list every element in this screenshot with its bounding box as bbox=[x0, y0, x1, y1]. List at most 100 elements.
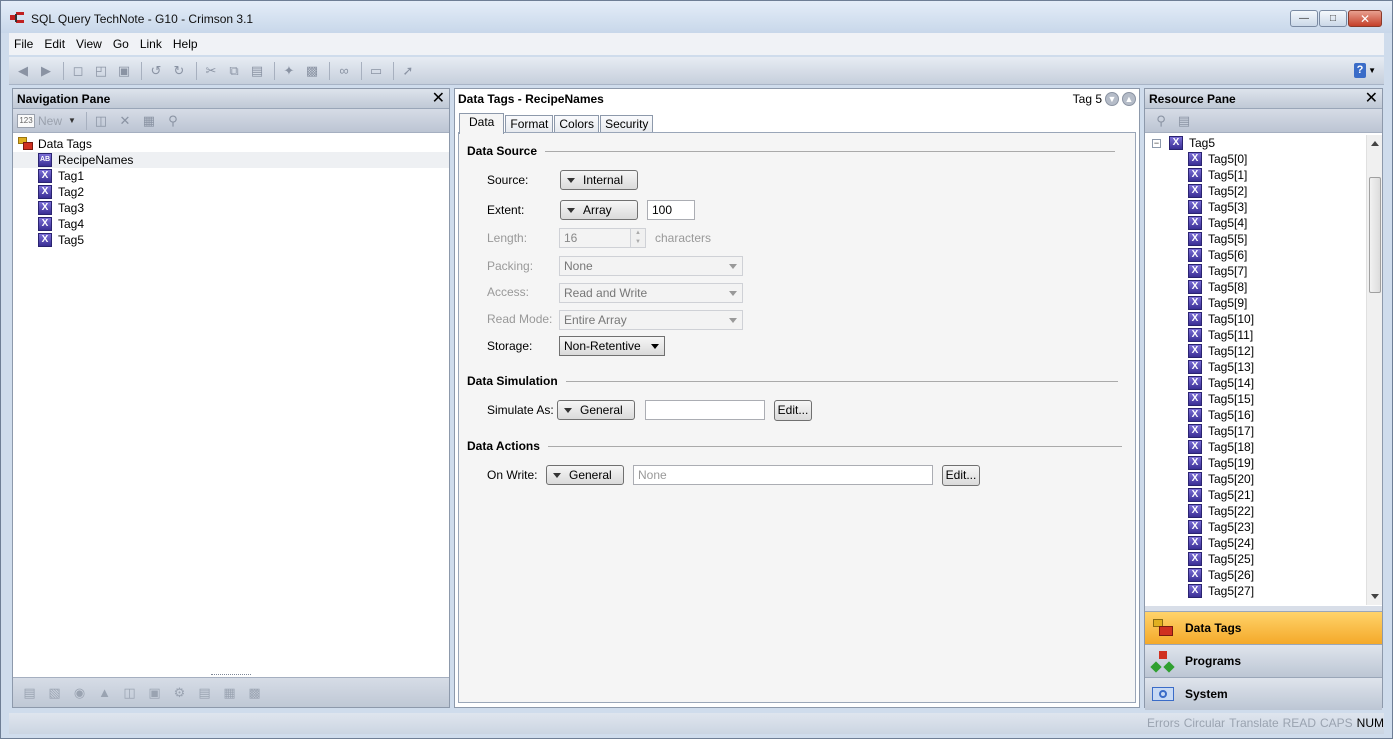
resource-tree-root[interactable]: − X Tag5 bbox=[1145, 135, 1367, 151]
menu-file[interactable]: File bbox=[9, 37, 38, 51]
tree-item-tag1[interactable]: X Tag1 bbox=[13, 168, 449, 184]
new-button[interactable]: 123 New ▼ bbox=[17, 113, 76, 128]
tree-item-tag4[interactable]: X Tag4 bbox=[13, 216, 449, 232]
menu-go[interactable]: Go bbox=[108, 37, 134, 51]
resource-tree-item[interactable]: X Tag5[23] bbox=[1145, 519, 1367, 535]
devices-icon[interactable]: ◉ bbox=[69, 683, 90, 703]
resource-tree-item[interactable]: X Tag5[2] bbox=[1145, 183, 1367, 199]
tree-item-recipenames[interactable]: AB RecipeNames bbox=[13, 152, 449, 168]
category-system[interactable]: System bbox=[1145, 677, 1382, 710]
menu-view[interactable]: View bbox=[71, 37, 107, 51]
scroll-down-icon[interactable] bbox=[1371, 594, 1379, 599]
menu-edit[interactable]: Edit bbox=[39, 37, 70, 51]
packing-select[interactable]: None bbox=[559, 256, 743, 276]
resource-tree-item[interactable]: X Tag5[14] bbox=[1145, 375, 1367, 391]
read-mode-select[interactable]: Entire Array bbox=[559, 310, 743, 330]
next-down-icon[interactable]: ▼ bbox=[1105, 92, 1119, 106]
alarm-icon[interactable]: ⚙ bbox=[169, 683, 190, 703]
find-icon[interactable]: ⚲ bbox=[1151, 111, 1171, 131]
resource-tree-item[interactable]: X Tag5[9] bbox=[1145, 295, 1367, 311]
close-button[interactable]: ✕ bbox=[1348, 10, 1382, 27]
extent-mode-button[interactable]: Array bbox=[560, 200, 638, 220]
monitor-icon[interactable]: ▭ bbox=[366, 61, 386, 81]
display-pages-icon[interactable]: ◫ bbox=[119, 683, 140, 703]
maximize-button[interactable]: □ bbox=[1319, 10, 1347, 27]
resource-tree-item[interactable]: X Tag5[22] bbox=[1145, 503, 1367, 519]
resource-tree-item[interactable]: X Tag5[4] bbox=[1145, 215, 1367, 231]
title-bar[interactable]: SQL Query TechNote - G10 - Crimson 3.1 —… bbox=[1, 1, 1392, 33]
resource-tree-item[interactable]: X Tag5[15] bbox=[1145, 391, 1367, 407]
rename-icon[interactable]: ▦ bbox=[139, 111, 159, 131]
find-icon[interactable]: ⚲ bbox=[163, 111, 183, 131]
new-file-icon[interactable]: ◻ bbox=[68, 61, 88, 81]
resource-tree-item[interactable]: X Tag5[0] bbox=[1145, 151, 1367, 167]
link-icon[interactable]: ∞ bbox=[334, 61, 354, 81]
on-write-input[interactable]: None bbox=[633, 465, 933, 485]
resource-tree-item[interactable]: X Tag5[11] bbox=[1145, 327, 1367, 343]
tree-item-tag3[interactable]: X Tag3 bbox=[13, 200, 449, 216]
access-select[interactable]: Read and Write bbox=[559, 283, 743, 303]
wand-icon[interactable]: ✦ bbox=[279, 61, 299, 81]
length-spinner[interactable]: ▲ ▼ bbox=[630, 228, 646, 248]
resource-tree-item[interactable]: X Tag5[3] bbox=[1145, 199, 1367, 215]
extent-count-input[interactable]: 100 bbox=[647, 200, 695, 220]
close-navigation-pane-icon[interactable]: ✕ bbox=[432, 89, 445, 109]
source-mode-button[interactable]: Internal bbox=[560, 170, 638, 190]
length-input[interactable]: 16 bbox=[559, 228, 631, 248]
resource-tree-item[interactable]: X Tag5[17] bbox=[1145, 423, 1367, 439]
resource-tree-item[interactable]: X Tag5[20] bbox=[1145, 471, 1367, 487]
forward-icon[interactable]: ▶ bbox=[36, 61, 56, 81]
resource-tree-item[interactable]: X Tag5[6] bbox=[1145, 247, 1367, 263]
tab-security[interactable]: Security bbox=[600, 115, 654, 133]
grid-icon[interactable]: ▩ bbox=[244, 683, 265, 703]
tree-item-tag5[interactable]: X Tag5 bbox=[13, 232, 449, 248]
save-icon[interactable]: ▣ bbox=[114, 61, 134, 81]
simulate-edit-button[interactable]: Edit... bbox=[774, 400, 812, 421]
copy-icon[interactable]: ⧉ bbox=[224, 61, 244, 81]
resource-tree-item[interactable]: X Tag5[12] bbox=[1145, 343, 1367, 359]
paste-icon[interactable]: ▤ bbox=[247, 61, 267, 81]
collapse-icon[interactable]: − bbox=[1152, 138, 1161, 148]
category-data-tags[interactable]: Data Tags bbox=[1145, 611, 1382, 644]
tree-item-tag2[interactable]: X Tag2 bbox=[13, 184, 449, 200]
probe-icon[interactable]: ➚ bbox=[398, 61, 418, 81]
open-file-icon[interactable]: ◰ bbox=[91, 61, 111, 81]
resource-tree-item[interactable]: X Tag5[27] bbox=[1145, 583, 1367, 599]
resource-tree-item[interactable]: X Tag5[1] bbox=[1145, 167, 1367, 183]
resource-tree-item[interactable]: X Tag5[18] bbox=[1145, 439, 1367, 455]
back-icon[interactable]: ◀ bbox=[13, 61, 33, 81]
scroll-thumb[interactable] bbox=[1369, 177, 1381, 293]
tree-view-icon[interactable]: ▤ bbox=[1174, 111, 1194, 131]
tab-format[interactable]: Format bbox=[505, 115, 554, 133]
resource-tree-item[interactable]: X Tag5[10] bbox=[1145, 311, 1367, 327]
sql-icon[interactable]: ▦ bbox=[219, 683, 240, 703]
redo-icon[interactable]: ↻ bbox=[169, 61, 189, 81]
tab-data[interactable]: Data bbox=[459, 113, 505, 134]
simulate-value-input[interactable] bbox=[645, 400, 765, 420]
tree-root-data-tags[interactable]: Data Tags bbox=[13, 136, 449, 152]
previous-up-icon[interactable]: ▲ bbox=[1122, 92, 1136, 106]
simulate-mode-button[interactable]: General bbox=[557, 400, 635, 420]
comms-icon[interactable]: ▤ bbox=[19, 683, 40, 703]
storage-select[interactable]: Non-Retentive bbox=[559, 336, 665, 356]
resource-tree-item[interactable]: X Tag5[24] bbox=[1145, 535, 1367, 551]
lock-icon[interactable]: ▩ bbox=[302, 61, 322, 81]
scroll-up-icon[interactable] bbox=[1371, 141, 1379, 146]
resource-tree-item[interactable]: X Tag5[5] bbox=[1145, 231, 1367, 247]
resource-tree-item[interactable]: X Tag5[8] bbox=[1145, 279, 1367, 295]
menu-help[interactable]: Help bbox=[168, 37, 203, 51]
image-icon[interactable]: ▣ bbox=[144, 683, 165, 703]
resource-tree-item[interactable]: X Tag5[7] bbox=[1145, 263, 1367, 279]
network-icon[interactable]: ▧ bbox=[44, 683, 65, 703]
log-icon[interactable]: ▤ bbox=[194, 683, 215, 703]
undo-icon[interactable]: ↺ bbox=[146, 61, 166, 81]
tab-colors[interactable]: Colors bbox=[554, 115, 600, 133]
on-write-edit-button[interactable]: Edit... bbox=[942, 465, 980, 486]
resource-tree-item[interactable]: X Tag5[26] bbox=[1145, 567, 1367, 583]
resource-tree-item[interactable]: X Tag5[19] bbox=[1145, 455, 1367, 471]
delete-icon[interactable]: ✕ bbox=[115, 111, 135, 131]
resource-tree-item[interactable]: X Tag5[16] bbox=[1145, 407, 1367, 423]
close-resource-pane-icon[interactable]: ✕ bbox=[1365, 89, 1378, 109]
resource-tree-item[interactable]: X Tag5[13] bbox=[1145, 359, 1367, 375]
hierarchy-icon[interactable]: ▲ bbox=[94, 683, 115, 703]
